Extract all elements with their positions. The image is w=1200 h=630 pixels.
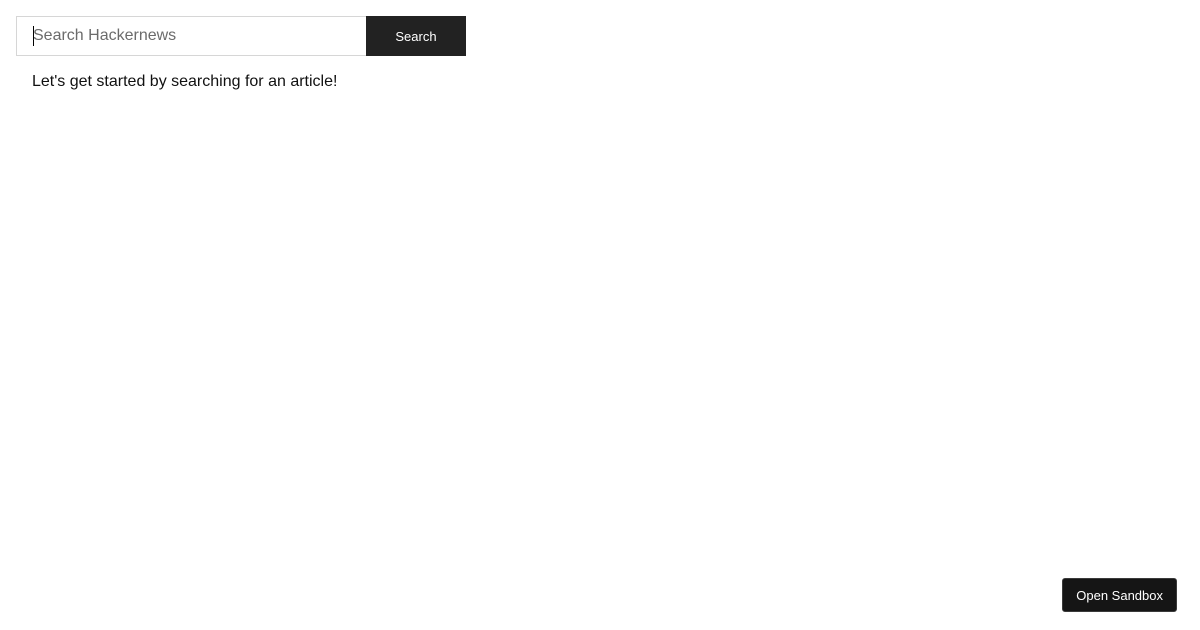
text-cursor bbox=[33, 26, 34, 46]
search-form: Search bbox=[16, 16, 466, 56]
page: Search Let's get started by searching fo… bbox=[0, 0, 1200, 630]
search-input[interactable] bbox=[16, 16, 366, 56]
search-button[interactable]: Search bbox=[366, 16, 466, 56]
open-sandbox-button[interactable]: Open Sandbox bbox=[1062, 578, 1177, 612]
empty-state-message: Let's get started by searching for an ar… bbox=[32, 73, 338, 90]
